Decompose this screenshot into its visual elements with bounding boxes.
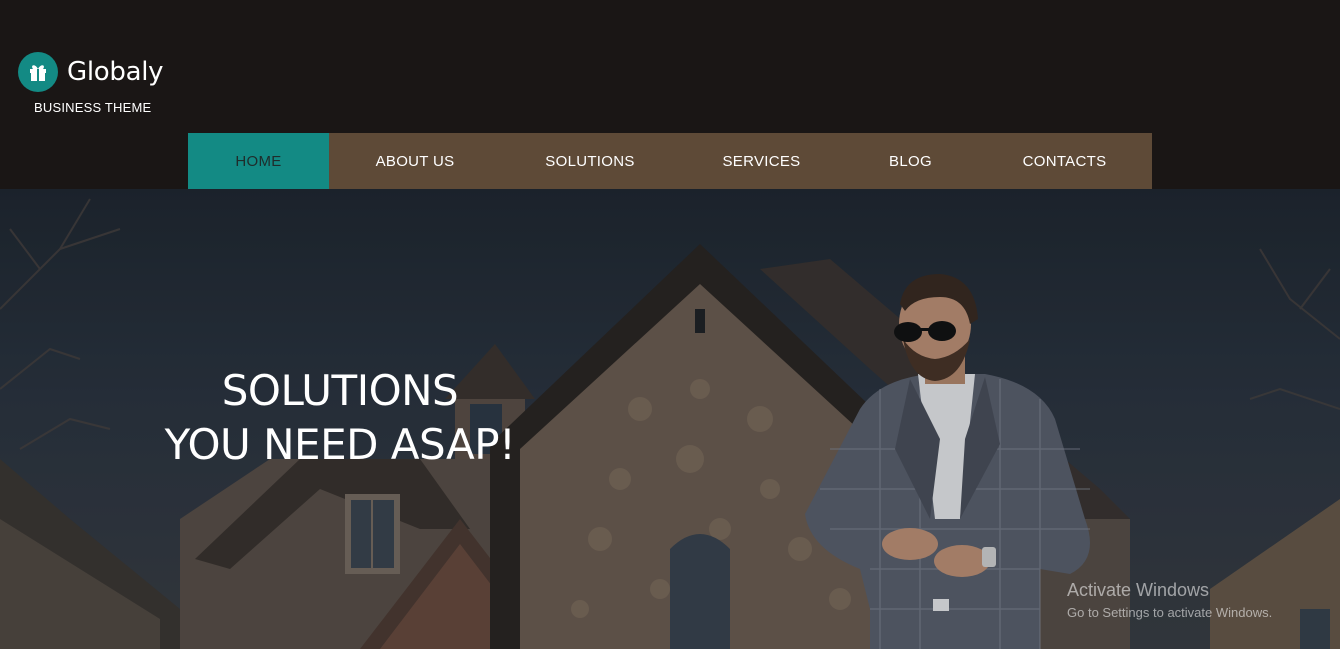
gift-icon <box>18 52 58 92</box>
nav-item-blog[interactable]: BLOG <box>844 133 977 189</box>
hero-heading: SOLUTIONS YOU NEED ASAP! <box>160 364 520 472</box>
nav-item-services[interactable]: SERVICES <box>679 133 844 189</box>
hero-heading-line-1: SOLUTIONS <box>221 366 459 415</box>
site-header: Globaly BUSINESS THEME HOME ABOUT US SOL… <box>0 0 1340 189</box>
nav-item-contacts[interactable]: CONTACTS <box>977 133 1152 189</box>
brand-tagline: BUSINESS THEME <box>34 100 152 115</box>
nav-item-about-us[interactable]: ABOUT US <box>329 133 501 189</box>
watermark-subtitle: Go to Settings to activate Windows. <box>1067 605 1273 620</box>
activate-windows-watermark: Activate Windows Go to Settings to activ… <box>1067 580 1272 620</box>
main-nav: HOME ABOUT US SOLUTIONS SERVICES BLOG CO… <box>188 133 1152 189</box>
nav-item-home[interactable]: HOME <box>188 133 329 189</box>
watermark-title: Activate Windows <box>1067 580 1210 600</box>
nav-item-solutions[interactable]: SOLUTIONS <box>501 133 679 189</box>
brand-name: Globaly <box>67 57 164 87</box>
hero-heading-line-2: YOU NEED ASAP! <box>164 420 516 469</box>
logo[interactable]: Globaly <box>18 52 164 92</box>
